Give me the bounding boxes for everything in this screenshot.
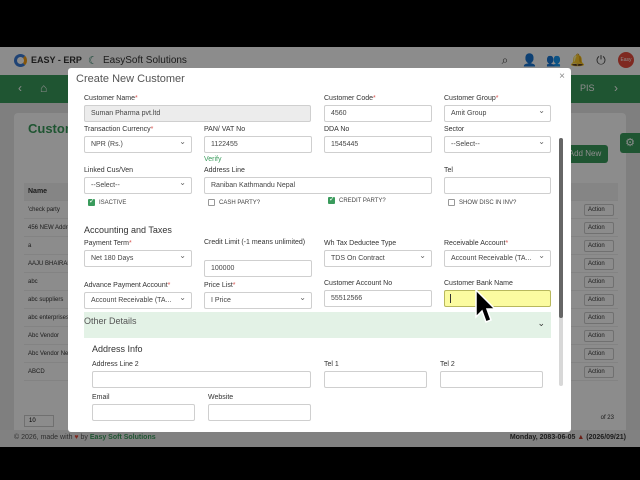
customer-code-input[interactable]: 4560: [324, 105, 432, 122]
advance-payment-label: Advance Payment Account*: [84, 282, 171, 289]
sector-select[interactable]: --Select--: [444, 136, 551, 153]
dda-no-label: DDA No: [324, 126, 350, 133]
other-details-title: Other Details: [84, 316, 137, 326]
price-list-select[interactable]: I Price: [204, 292, 312, 309]
receivable-account-select[interactable]: Account Receivable (TA...: [444, 250, 551, 267]
customer-group-label: Customer Group*: [444, 95, 499, 102]
tel-label: Tel: [444, 167, 453, 174]
screen-frame: EASY - ERP ☾ EasySoft Solutions ⌕ 👤 👥 🔔 …: [0, 0, 640, 480]
customer-name-label: Customer Name*: [84, 95, 138, 102]
wh-tax-label: Wh Tax Deductee Type: [324, 240, 397, 247]
tel2-label: Tel 2: [440, 361, 455, 368]
transaction-currency-label: Transaction Currency*: [84, 126, 154, 133]
close-icon[interactable]: ×: [559, 71, 565, 82]
checkbox-empty-icon: [208, 199, 215, 206]
tel-input[interactable]: [444, 177, 551, 194]
customer-code-label: Customer Code*: [324, 95, 376, 102]
customer-group-select[interactable]: Amit Group: [444, 105, 551, 122]
transaction-currency-select[interactable]: NPR (Rs.): [84, 136, 192, 153]
cash-party-checkbox[interactable]: CASH PARTY?: [208, 199, 260, 206]
tel2-input[interactable]: [440, 371, 543, 388]
customer-name-input[interactable]: Suman Pharma pvt.ltd: [84, 105, 311, 122]
linked-cus-ven-label: Linked Cus/Ven: [84, 167, 134, 174]
text-caret: [450, 294, 451, 303]
advance-payment-select[interactable]: Account Receivable (TA...: [84, 292, 192, 309]
create-customer-modal: Create New Customer × Customer Name* Sum…: [68, 68, 571, 432]
email-input[interactable]: [92, 404, 195, 421]
credit-limit-label: Credit Limit (-1 means unlimited): [204, 239, 306, 246]
email-label: Email: [92, 394, 110, 401]
tel1-input[interactable]: [324, 371, 427, 388]
show-disc-checkbox[interactable]: SHOW DISC IN INV?: [448, 199, 516, 206]
credit-party-checkbox[interactable]: CREDIT PARTY?: [328, 195, 386, 204]
verify-link[interactable]: Verify: [204, 156, 222, 163]
linked-cus-ven-select[interactable]: --Select--: [84, 177, 192, 194]
dda-no-input[interactable]: 1545445: [324, 136, 432, 153]
checkbox-checked-icon: [328, 195, 335, 204]
modal-body: Customer Name* Suman Pharma pvt.ltd Cust…: [68, 86, 571, 432]
app-window: EASY - ERP ☾ EasySoft Solutions ⌕ 👤 👥 🔔 …: [0, 47, 640, 447]
pan-vat-input[interactable]: 1122455: [204, 136, 312, 153]
address-line2-input[interactable]: [92, 371, 311, 388]
isactive-checkbox[interactable]: ISACTIVE: [88, 197, 126, 206]
checkbox-checked-icon: [88, 197, 95, 206]
price-list-label: Price List*: [204, 282, 236, 289]
customer-bank-label: Customer Bank Name: [444, 280, 513, 287]
payment-term-label: Payment Term*: [84, 240, 132, 247]
customer-account-input[interactable]: 55512566: [324, 290, 432, 307]
address-line-input[interactable]: Raniban Kathmandu Nepal: [204, 177, 432, 194]
payment-term-select[interactable]: Net 180 Days: [84, 250, 192, 267]
receivable-account-label: Receivable Account*: [444, 240, 509, 247]
address-line-label: Address Line: [204, 167, 245, 174]
accounting-section-title: Accounting and Taxes: [84, 225, 172, 235]
website-label: Website: [208, 394, 234, 401]
chevron-down-icon[interactable]: ⌄: [537, 318, 545, 329]
credit-limit-input[interactable]: 100000: [204, 260, 312, 277]
pan-vat-label: PAN/ VAT No: [204, 126, 246, 133]
customer-account-label: Customer Account No: [324, 280, 393, 287]
address-line2-label: Address Line 2: [92, 361, 139, 368]
modal-scrollbar-thumb[interactable]: [559, 138, 563, 318]
tel1-label: Tel 1: [324, 361, 339, 368]
mouse-pointer-icon: [475, 289, 497, 323]
modal-title: Create New Customer: [76, 73, 185, 85]
address-info-title: Address Info: [92, 344, 143, 354]
website-input[interactable]: [208, 404, 311, 421]
sector-label: Sector: [444, 126, 465, 133]
wh-tax-select[interactable]: TDS On Contract: [324, 250, 432, 267]
checkbox-empty-icon: [448, 199, 455, 206]
